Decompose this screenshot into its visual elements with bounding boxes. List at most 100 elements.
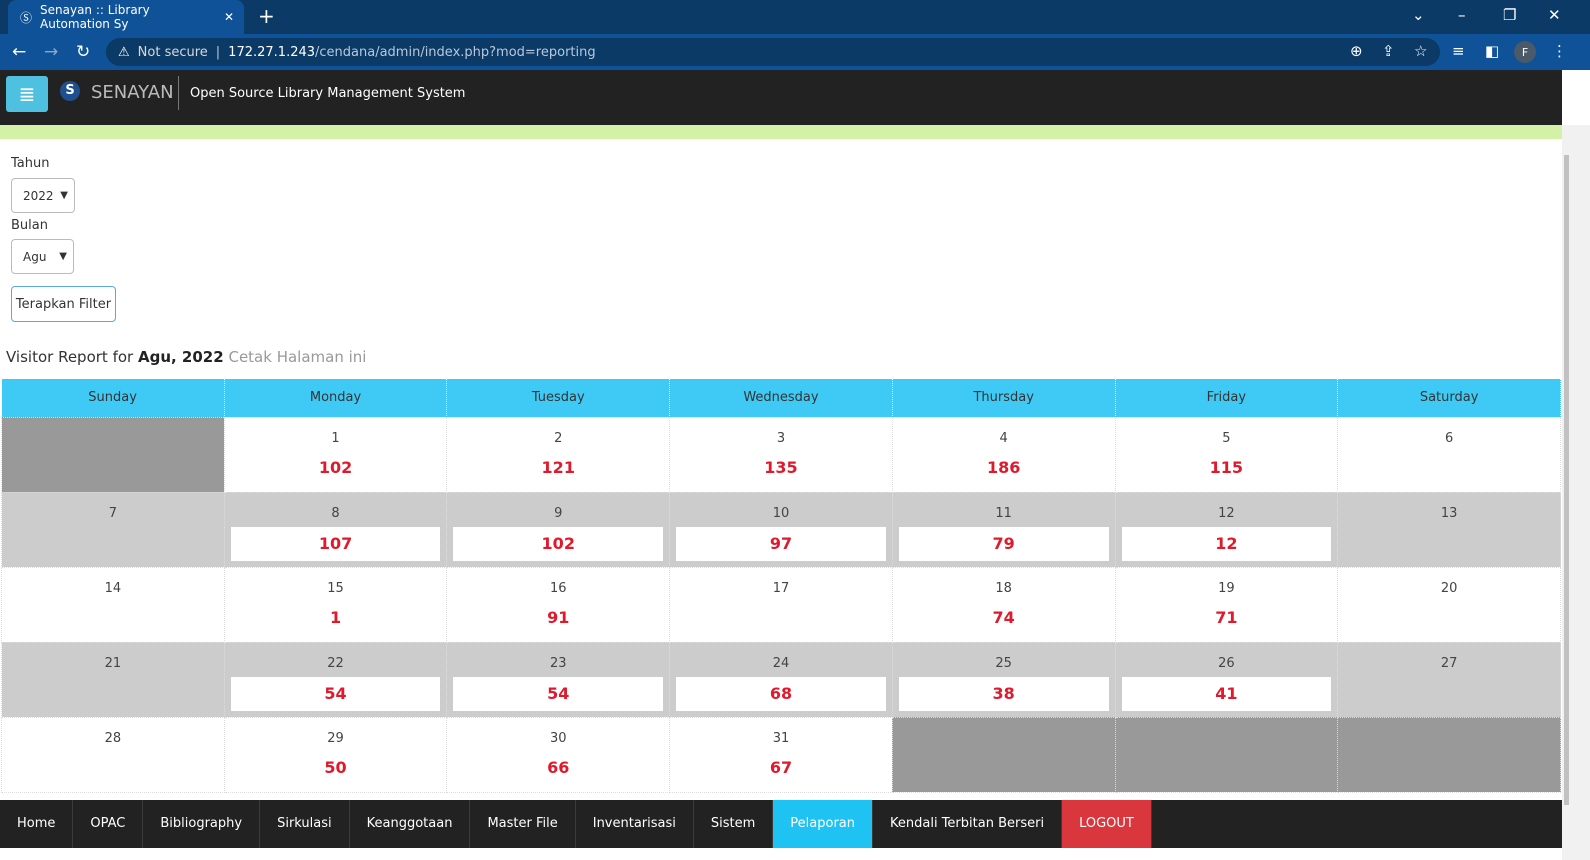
senayan-logo-icon: S [60,81,80,101]
day-number: 8 [331,505,340,521]
calendar-day-cell: 20 [1337,566,1561,643]
calendar-day-cell: 2 121 [446,416,671,493]
visitor-count [1338,681,1560,703]
calendar-day-cell: 7 [1,491,225,568]
browser-tab[interactable]: Ⓢ Senayan :: Library Automation Sy ✕ [8,0,244,34]
nav-item-kendali-terbitan-berseri[interactable]: Kendali Terbitan Berseri [873,800,1063,848]
nav-item-keanggotaan[interactable]: Keanggotaan [350,800,471,848]
browser-tab-bar: Ⓢ Senayan :: Library Automation Sy ✕ + ⌄… [0,0,1590,34]
report-title: Visitor Report for Agu, 2022 Cetak Halam… [6,348,366,366]
visitor-count [1338,531,1560,553]
address-input[interactable]: ⚠ Not secure | 172.27.1.243/cendana/admi… [106,38,1440,66]
calendar-day-cell: 4 186 [891,416,1116,493]
restore-icon[interactable]: ❐ [1503,6,1516,24]
nav-item-pelaporan[interactable]: Pelaporan [773,800,874,848]
forward-icon[interactable]: → [44,42,58,62]
close-tab-icon[interactable]: ✕ [224,10,234,24]
print-page-link[interactable]: Cetak Halaman ini [228,348,366,366]
visitor-count [2,681,224,703]
back-icon[interactable]: ← [12,42,26,62]
day-number: 19 [1218,580,1235,596]
hamburger-menu-button[interactable]: ≣ [6,76,48,112]
zoom-icon[interactable]: ⊕ [1350,42,1363,60]
calendar-day-cell: 11 79 [891,491,1116,568]
chevron-down-icon: ▼ [59,251,67,262]
more-menu-icon[interactable]: ⋮ [1552,42,1567,60]
visitor-calendar: Sunday Monday Tuesday Wednesday Thursday Frid… [1,379,1561,793]
profile-avatar[interactable]: F [1514,41,1536,63]
visitor-count: 12 [1121,526,1332,561]
divider [178,76,179,110]
nav-item-inventarisasi[interactable]: Inventarisasi [576,800,694,848]
calendar-day-cell: 28 [1,716,225,793]
address-bar-row: ← → ↻ ⚠ Not secure | 172.27.1.243/cendan… [0,34,1590,70]
month-value: Agu [23,249,47,264]
visitor-count: 38 [898,676,1109,711]
visitor-count: 68 [676,676,886,711]
day-number: 3 [776,430,786,446]
media-icon[interactable]: ≡ [1452,42,1465,60]
close-window-icon[interactable]: ✕ [1548,6,1561,24]
day-number: 21 [104,655,122,671]
minimize-icon[interactable]: – [1458,6,1466,24]
month-select[interactable]: Agu ▼ [11,239,74,274]
calendar-day-cell: 3 135 [669,416,893,493]
day-number: 14 [104,580,122,596]
nav-item-sirkulasi[interactable]: Sirkulasi [260,800,350,848]
year-select[interactable]: 2022 ▼ [11,178,75,213]
nav-item-sistem[interactable]: Sistem [694,800,774,848]
visitor-count: 79 [898,526,1109,561]
calendar-week: 1 102 2 121 3 135 4 186 5 115 6 [1,416,1561,493]
new-tab-icon[interactable]: + [258,4,275,28]
calendar-day-cell: 24 68 [669,641,893,718]
visitor-count: 102 [453,526,664,561]
visitor-count: 135 [764,457,798,477]
calendar-week: 21 22 54 23 54 24 68 25 38 26 41 27 [1,641,1561,718]
tagline: Open Source Library Management System [190,86,466,101]
calendar-day-cell: 19 71 [1114,566,1339,643]
calendar-day-cell: 10 97 [669,491,893,568]
day-number: 15 [327,580,344,596]
reload-icon[interactable]: ↻ [76,42,90,62]
day-number: 24 [772,655,790,671]
calendar-day-cell: 9 102 [446,491,671,568]
day-number: 12 [1218,505,1235,521]
calendar-day-cell: 15 1 [223,566,448,643]
day-header-sunday: Sunday [1,379,225,417]
empty-cell [1337,716,1561,793]
empty-cell [891,716,1116,793]
visitor-count: 186 [986,457,1021,477]
share-icon[interactable]: ⇪ [1382,42,1395,60]
day-number: 18 [995,580,1012,596]
senayan-favicon-icon: Ⓢ [20,10,33,25]
apply-filter-button[interactable]: Terapkan Filter [11,286,116,322]
tab-search-icon[interactable]: ⌄ [1412,6,1425,24]
bookmark-star-icon[interactable]: ☆ [1414,42,1427,60]
side-panel-icon[interactable]: ◧ [1485,42,1499,60]
nav-item-bibliography[interactable]: Bibliography [143,800,261,848]
nav-item-logout[interactable]: LOGOUT [1062,800,1152,848]
year-label: Tahun [11,156,50,171]
nav-item-opac[interactable]: OPAC [73,800,144,848]
day-number: 29 [327,730,344,746]
calendar-day-cell: 21 [1,641,225,718]
calendar-week: 7 8 107 9 102 10 97 11 79 12 12 13 [1,491,1561,568]
calendar-day-cell: 18 74 [891,566,1116,643]
day-header-wednesday: Wednesday [669,379,893,417]
day-header-thursday: Thursday [892,379,1116,417]
day-number: 26 [1218,655,1235,671]
visitor-count: 54 [453,676,664,711]
calendar-day-cell: 13 [1337,491,1561,568]
scrollbar[interactable] [1562,125,1590,860]
visitor-count: 41 [1121,676,1332,711]
visitor-count: 107 [230,526,441,561]
calendar-week: 14 15 1 16 91 17 18 74 19 71 20 [1,566,1561,643]
day-number: 9 [554,505,563,521]
tab-title: Senayan :: Library Automation Sy [40,3,150,31]
url-path: /cendana/admin/index.php?mod=reporting [315,44,596,60]
nav-item-master-file[interactable]: Master File [470,800,576,848]
day-number: 7 [108,505,117,521]
nav-item-home[interactable]: Home [0,800,74,848]
calendar-day-cell: 6 [1337,416,1561,493]
empty-cell [1,416,225,493]
